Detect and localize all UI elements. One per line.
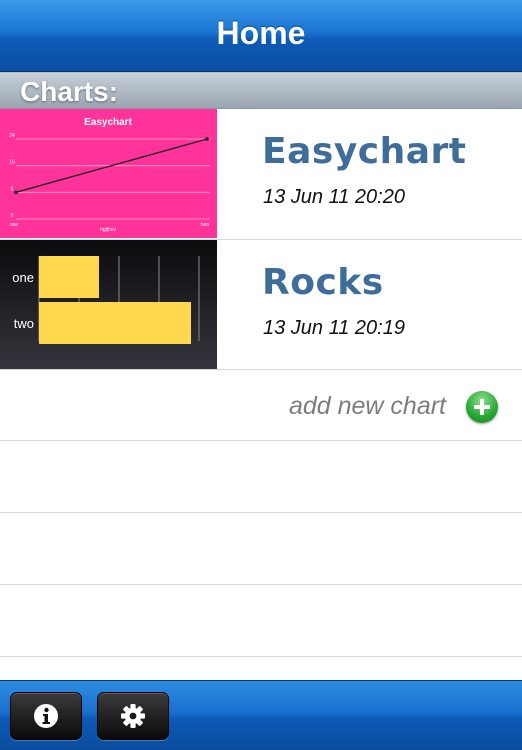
settings-button[interactable] <box>97 692 169 740</box>
x-axis-label: hgfjhvv <box>100 227 116 233</box>
empty-row <box>0 585 522 657</box>
chart-name: Easychart <box>262 131 467 172</box>
x-tick-label: one <box>10 222 19 228</box>
add-new-chart-label: add new chart <box>288 392 446 420</box>
navigation-bar: Home <box>0 0 522 72</box>
category-label: two <box>14 316 34 331</box>
gear-icon <box>121 704 145 728</box>
plus-circle-icon[interactable] <box>466 391 498 423</box>
chart-date: 13 Jun 11 20:20 <box>263 186 405 208</box>
category-label: one <box>12 270 34 285</box>
chart-title: Easychart <box>84 117 132 128</box>
info-icon <box>34 704 58 728</box>
y-tick-label: 24 <box>9 133 15 139</box>
page-title: Home <box>216 15 306 51</box>
chart-list-item-rocks[interactable]: one two Rocks 13 Jun 11 20:19 <box>0 240 522 370</box>
rocks-bar-chart: one two <box>0 240 217 369</box>
y-tick-label: 0 <box>11 213 14 219</box>
chart-list-item-easychart[interactable]: Easychart 0 8 16 24 one two hgfjhvv Easychar… <box>0 109 522 240</box>
chart-date: 13 Jun 11 20:19 <box>263 317 405 339</box>
x-tick-label: two <box>201 222 209 228</box>
section-header: Charts: <box>0 72 522 109</box>
y-tick-label: 8 <box>11 186 14 192</box>
bar <box>39 302 191 344</box>
empty-row <box>0 441 522 513</box>
section-title: Charts: <box>20 76 119 107</box>
data-point <box>14 190 18 195</box>
chart-thumbnail: Easychart 0 8 16 24 one two hgfjhvv <box>0 109 217 238</box>
bar <box>39 256 99 298</box>
easychart-line-chart: Easychart 0 8 16 24 one two hgfjhvv <box>0 109 217 238</box>
empty-row <box>0 513 522 585</box>
data-point <box>205 137 209 141</box>
chart-name: Rocks <box>262 262 384 303</box>
y-tick-label: 16 <box>9 160 15 166</box>
info-button[interactable] <box>10 692 82 740</box>
chart-thumbnail: one two <box>0 240 217 369</box>
bottom-toolbar <box>0 680 522 750</box>
add-new-chart-row[interactable]: add new chart <box>0 370 522 441</box>
